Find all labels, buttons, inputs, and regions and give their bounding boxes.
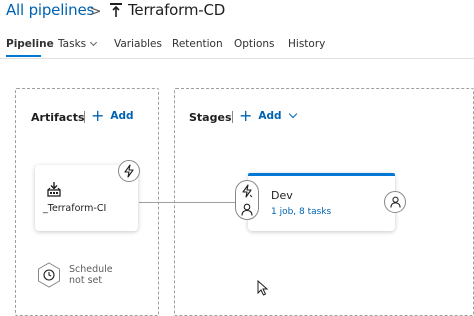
- post-deployment-conditions-button[interactable]: [384, 191, 406, 213]
- plus-icon: +: [239, 106, 253, 125]
- artifact-stage-connector: [139, 202, 235, 203]
- schedule-status[interactable]: Schedule not set: [69, 264, 113, 286]
- page-title: Terraform-CD: [128, 1, 226, 19]
- tab-tasks[interactable]: Tasks: [58, 38, 98, 50]
- breadcrumb-separator: >: [89, 2, 102, 20]
- stage-jobs-link[interactable]: 1 job, 8 tasks: [271, 207, 331, 217]
- stage-card-dev[interactable]: [248, 173, 395, 231]
- lightning-icon: [124, 164, 134, 178]
- stages-separator: [232, 111, 233, 123]
- person-icon: [241, 203, 253, 216]
- lightning-icon: [242, 184, 253, 198]
- header-divider: [0, 58, 474, 59]
- stage-name: Dev: [271, 189, 293, 202]
- add-artifact-label: Add: [110, 110, 134, 122]
- artifacts-title: Artifacts: [31, 111, 85, 124]
- person-icon: [389, 196, 401, 208]
- active-tab-indicator: [6, 55, 41, 57]
- breadcrumb-all-pipelines[interactable]: All pipelines: [6, 1, 94, 19]
- tab-variables[interactable]: Variables: [114, 38, 162, 50]
- stage-card-accent: [248, 173, 395, 176]
- tab-retention[interactable]: Retention: [172, 38, 223, 50]
- clock-icon[interactable]: [37, 262, 61, 288]
- tab-history[interactable]: History: [288, 38, 325, 50]
- tab-tasks-label: Tasks: [58, 38, 87, 50]
- add-artifact-button[interactable]: + Add: [91, 106, 134, 125]
- plus-icon: +: [91, 106, 105, 125]
- schedule-value: not set: [69, 275, 103, 286]
- artifacts-separator: [84, 111, 85, 123]
- mouse-cursor-icon: [257, 280, 269, 296]
- schedule-label: Schedule: [69, 264, 113, 275]
- stages-title: Stages: [189, 111, 232, 124]
- chevron-down-icon: [90, 38, 98, 47]
- release-pipeline-icon: [110, 3, 122, 17]
- chevron-down-icon: [288, 109, 297, 119]
- add-stage-button[interactable]: + Add: [239, 106, 297, 125]
- tab-options[interactable]: Options: [234, 38, 275, 50]
- artifact-name: _Terraform-CI: [43, 203, 107, 214]
- add-stage-label: Add: [258, 110, 282, 122]
- build-artifact-icon: [47, 182, 61, 197]
- tab-pipeline[interactable]: Pipeline: [6, 38, 54, 50]
- continuous-deployment-trigger-button[interactable]: [118, 160, 140, 182]
